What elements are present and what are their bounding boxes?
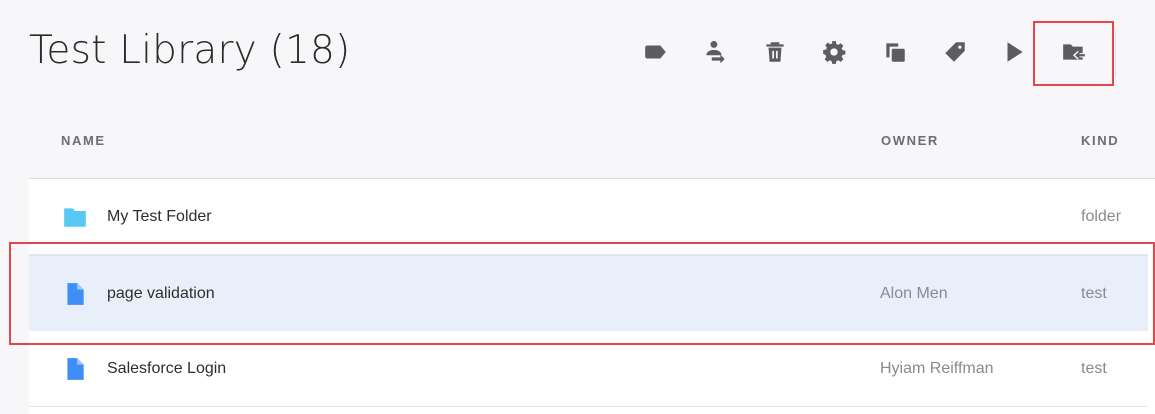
file-icon <box>67 283 84 305</box>
move-to-folder-icon <box>1063 44 1085 61</box>
column-header-name[interactable]: NAME <box>61 133 106 148</box>
copy-button[interactable] <box>880 37 910 67</box>
trash-icon <box>766 42 784 62</box>
tag-icon <box>945 42 965 62</box>
row-name[interactable]: page validation <box>107 256 215 331</box>
column-header-kind[interactable]: KIND <box>1081 133 1119 148</box>
move-to-folder-button[interactable] <box>1059 37 1089 67</box>
row-owner: Alon Men <box>880 284 948 302</box>
tag-button[interactable] <box>940 37 970 67</box>
toolbar-divider <box>1115 30 1116 78</box>
label-button[interactable] <box>641 37 671 67</box>
row-kind: test <box>1081 284 1107 302</box>
gear-icon <box>823 41 846 64</box>
copy-icon <box>886 43 905 62</box>
run-button[interactable] <box>999 37 1029 67</box>
transfer-owner-button[interactable] <box>700 37 730 67</box>
row-owner: Hyiam Reiffman <box>880 359 994 377</box>
table-row[interactable]: Salesforce Login Hyiam Reiffman test <box>29 331 1148 407</box>
delete-button[interactable] <box>760 37 790 67</box>
folder-icon <box>64 208 86 227</box>
row-kind: test <box>1081 359 1107 377</box>
play-icon <box>1007 42 1023 62</box>
settings-button[interactable] <box>819 37 849 67</box>
column-header-owner[interactable]: OWNER <box>881 133 939 148</box>
transfer-owner-icon <box>706 40 725 64</box>
row-name[interactable]: Salesforce Login <box>107 331 226 406</box>
table-row-selected[interactable]: page validation Alon Men test <box>29 255 1148 332</box>
page-title: Test Library (18) <box>29 28 351 73</box>
row-kind: folder <box>1081 207 1122 225</box>
table-row[interactable]: My Test Folder folder <box>29 179 1148 255</box>
label-icon <box>645 45 666 59</box>
test-list-table: My Test Folder folder page validation Al… <box>29 178 1155 414</box>
row-name[interactable]: My Test Folder <box>107 179 212 254</box>
file-icon <box>67 358 84 380</box>
